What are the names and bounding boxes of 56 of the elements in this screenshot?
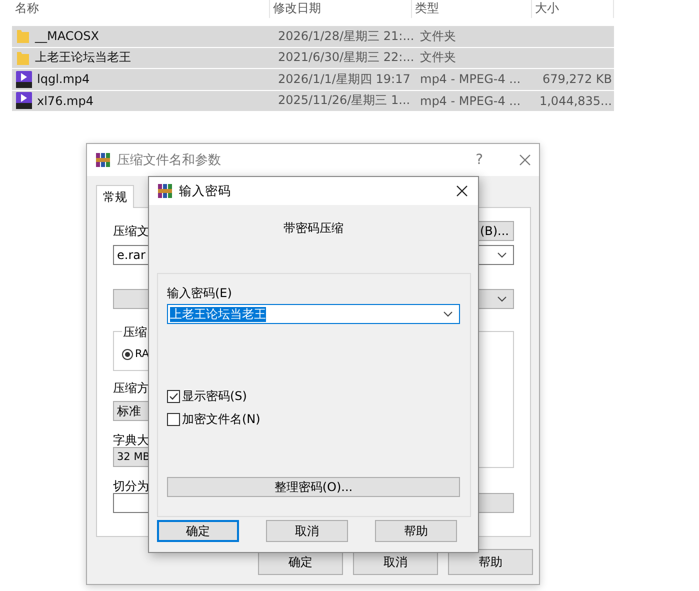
chevron-down-icon xyxy=(497,252,507,258)
modified-date: 2026/1/1/星期四 19:17 xyxy=(277,70,412,88)
checkbox-label: 加密文件名(N) xyxy=(182,411,260,428)
field-label: 压缩文 xyxy=(113,224,149,238)
field-label: 输入密码(E) xyxy=(167,286,233,300)
button[interactable] xyxy=(477,493,514,513)
video-file-icon xyxy=(16,70,32,88)
field-label: 字典大 xyxy=(113,433,150,447)
window-title: 压缩文件名和参数 xyxy=(117,152,222,169)
checkbox[interactable] xyxy=(167,413,180,426)
field-label: 压缩方 xyxy=(113,381,150,395)
books-icon xyxy=(157,183,173,199)
checkbox-label: 显示密码(S) xyxy=(182,388,247,405)
file-size: 679,272 KB xyxy=(541,72,613,86)
folder-icon xyxy=(16,28,30,44)
file-row[interactable]: lqgl.mp4 2026/1/1/星期四 19:17 mp4 - MPEG-4 ... 679,272 KB xyxy=(12,69,614,90)
field-label: 切分为 xyxy=(113,479,150,493)
file-name: lqgl.mp4 xyxy=(37,72,90,86)
column-header[interactable]: 类型 xyxy=(412,0,532,18)
modified-date: 2021/6/30/星期三 22:... xyxy=(277,49,412,66)
chevron-down-icon xyxy=(443,311,453,317)
file-name: xl76.mp4 xyxy=(37,94,94,108)
file-row[interactable]: 上老王论坛当老王 2021/6/30/星期三 22:... 文件夹 xyxy=(12,48,614,69)
radio-label: RA xyxy=(135,348,150,360)
file-row[interactable]: __MACOSX 2026/1/28/星期三 21:... 文件夹 xyxy=(12,26,614,48)
file-type: mp4 - MPEG-4 ... xyxy=(419,94,522,108)
column-header[interactable]: 修改日期 xyxy=(270,0,412,18)
file-name: 上老王论坛当老王 xyxy=(35,49,131,66)
help-button[interactable]: ? xyxy=(476,152,483,168)
file-name: __MACOSX xyxy=(35,29,100,44)
close-icon[interactable] xyxy=(456,185,468,197)
window-title: 输入密码 xyxy=(179,182,232,200)
dialog-button[interactable]: 帮助 xyxy=(375,520,457,542)
password-field[interactable]: 上老王论坛当老王 xyxy=(167,304,460,324)
checkbox[interactable] xyxy=(167,390,180,403)
column-header[interactable]: 名称 xyxy=(12,0,270,18)
folder-icon xyxy=(16,50,30,66)
video-file-icon xyxy=(16,92,32,110)
dialog-button[interactable]: 取消 xyxy=(266,520,348,542)
tab[interactable]: 常规 xyxy=(96,185,134,208)
modified-date: 2025/11/26/星期三 1... xyxy=(277,92,412,110)
books-icon xyxy=(95,152,111,168)
chevron-down-icon xyxy=(497,296,507,302)
dialog-button[interactable]: 确定 xyxy=(157,520,239,542)
radio-button[interactable] xyxy=(122,348,133,360)
file-type: 文件夹 xyxy=(419,28,457,45)
organize-passwords-button[interactable]: 整理密码(O)... xyxy=(167,477,460,497)
file-size: 1,044,835... xyxy=(538,94,613,108)
column-header[interactable]: 大小 xyxy=(532,0,614,18)
file-type: 文件夹 xyxy=(419,49,457,66)
dialog-heading: 带密码压缩 xyxy=(282,221,344,235)
dialog-button[interactable]: 帮助 xyxy=(448,549,533,575)
file-type: mp4 - MPEG-4 ... xyxy=(419,72,522,86)
browse-button[interactable]: (B)... xyxy=(477,221,514,241)
modified-date: 2026/1/28/星期三 21:... xyxy=(277,28,412,45)
file-row[interactable]: xl76.mp4 2025/11/26/星期三 1... mp4 - MPEG-4 ... 1,044,835... xyxy=(12,90,614,112)
